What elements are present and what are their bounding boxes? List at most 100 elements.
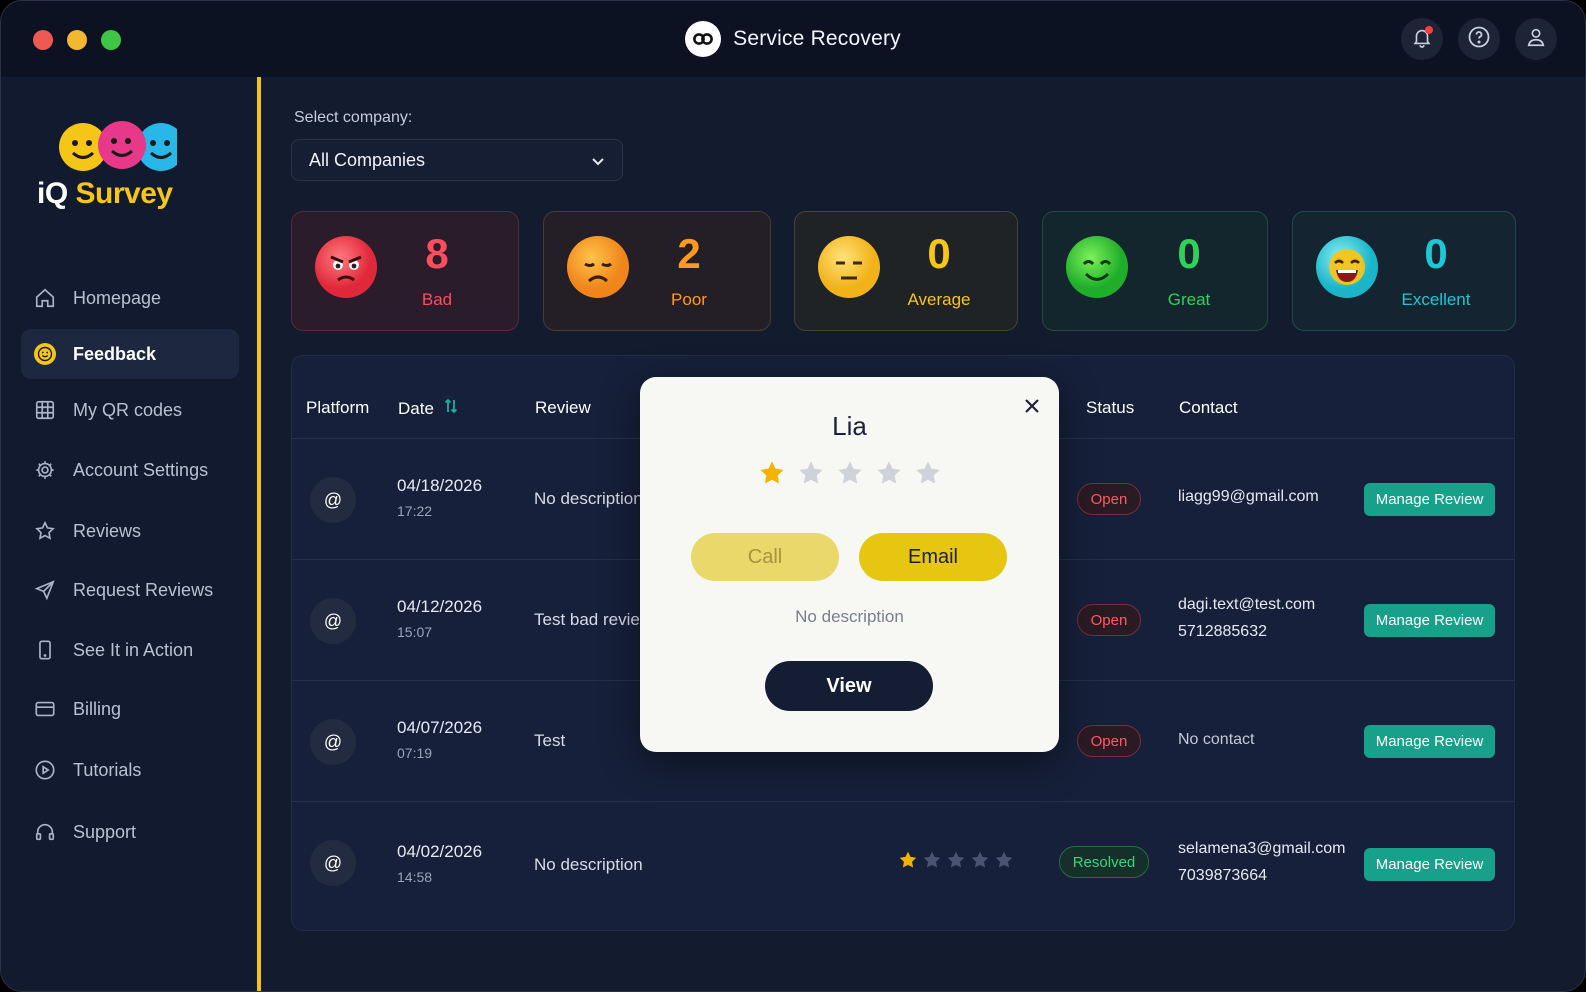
stat-label-poor: Poor bbox=[671, 290, 707, 309]
sidebar-item-qr-codes[interactable]: My QR codes bbox=[21, 385, 239, 435]
modal-customer-name: Lia bbox=[832, 411, 867, 441]
row-contact-email: dagi.text@test.com bbox=[1178, 596, 1316, 613]
title-bar: Service Recovery bbox=[1, 1, 1585, 77]
column-header-date-label: Date bbox=[398, 398, 434, 418]
star-filled-icon bbox=[759, 461, 784, 484]
row-time: 15:07 bbox=[397, 624, 433, 640]
platform-at-icon: @ bbox=[310, 719, 356, 765]
sidebar-item-label: Feedback bbox=[73, 343, 157, 364]
app-logo-icon bbox=[685, 21, 722, 57]
row-contact-phone: 5712885632 bbox=[1178, 623, 1267, 640]
row-contact: liagg99@gmail.com bbox=[1178, 488, 1319, 505]
stat-count-great: 0 bbox=[1177, 230, 1201, 277]
profile-button[interactable] bbox=[1515, 18, 1557, 60]
contact-modal: Lia Call Email No description View bbox=[640, 377, 1059, 752]
call-button[interactable]: Call bbox=[691, 533, 839, 581]
stat-label-excellent: Excellent bbox=[1401, 290, 1471, 309]
sidebar-item-support[interactable]: Support bbox=[21, 807, 239, 857]
manage-review-button[interactable]: Manage Review bbox=[1364, 604, 1495, 637]
stat-card-great[interactable]: 0 Great bbox=[1042, 211, 1268, 331]
sidebar-item-label: Support bbox=[73, 821, 137, 842]
row-contact-email: selamena3@gmail.com bbox=[1178, 840, 1346, 857]
smiley-icon bbox=[33, 342, 57, 366]
email-button[interactable]: Email bbox=[859, 533, 1007, 581]
sidebar: iQ Survey Homepage Feedback My QR codes … bbox=[1, 77, 257, 991]
credit-card-icon bbox=[33, 697, 57, 721]
manage-review-button[interactable]: Manage Review bbox=[1364, 725, 1495, 758]
row-rating bbox=[898, 850, 1014, 870]
row-review: Test bad review bbox=[534, 610, 653, 629]
status-badge: Resolved bbox=[1059, 846, 1149, 878]
row-date: 04/18/2026 bbox=[397, 476, 483, 495]
select-company-label: Select company: bbox=[294, 109, 413, 126]
user-icon bbox=[1525, 26, 1547, 53]
neutral-face-icon bbox=[817, 235, 881, 299]
phone-icon bbox=[33, 638, 57, 662]
stat-count-average: 0 bbox=[927, 230, 951, 277]
sidebar-item-request-reviews[interactable]: Request Reviews bbox=[21, 565, 239, 615]
app-title-group: Service Recovery bbox=[1, 21, 1585, 57]
row-review: No description bbox=[534, 489, 643, 508]
stat-label-average: Average bbox=[907, 290, 971, 309]
star-empty-icon bbox=[923, 851, 941, 868]
sort-arrows-icon[interactable] bbox=[444, 398, 458, 419]
sidebar-item-reviews[interactable]: Reviews bbox=[21, 506, 239, 556]
sidebar-item-tutorials[interactable]: Tutorials bbox=[21, 745, 239, 795]
sidebar-item-label: Request Reviews bbox=[73, 579, 214, 600]
company-select[interactable]: All Companies bbox=[291, 139, 623, 181]
sidebar-item-label: See It in Action bbox=[73, 639, 194, 660]
view-button[interactable]: View bbox=[765, 661, 933, 711]
stat-card-poor[interactable]: 2 Poor bbox=[543, 211, 771, 331]
modal-rating bbox=[640, 459, 1059, 487]
sidebar-item-account-settings[interactable]: Account Settings bbox=[21, 445, 239, 495]
gear-icon bbox=[33, 458, 57, 482]
smiling-face-icon bbox=[1065, 235, 1129, 299]
home-icon bbox=[33, 286, 57, 310]
app-window: Service Recovery iQ Survey Homepage Feed… bbox=[0, 0, 1586, 992]
sidebar-item-label: Account Settings bbox=[73, 459, 209, 480]
sidebar-item-feedback[interactable]: Feedback bbox=[21, 329, 239, 379]
row-date: 04/02/2026 bbox=[397, 842, 483, 861]
row-contact-phone: 7039873664 bbox=[1178, 867, 1267, 884]
sidebar-item-label: My QR codes bbox=[73, 399, 183, 420]
help-button[interactable] bbox=[1458, 18, 1500, 60]
sidebar-item-see-it-in-action[interactable]: See It in Action bbox=[21, 625, 239, 675]
star-empty-icon bbox=[837, 461, 862, 484]
platform-at-icon: @ bbox=[310, 598, 356, 644]
column-header-platform: Platform bbox=[306, 398, 370, 417]
sidebar-item-homepage[interactable]: Homepage bbox=[21, 273, 239, 323]
row-time: 07:19 bbox=[397, 745, 433, 761]
company-select-value: All Companies bbox=[309, 149, 426, 170]
iq-survey-logo: iQ Survey bbox=[37, 117, 217, 227]
stat-card-average[interactable]: 0 Average bbox=[794, 211, 1018, 331]
star-empty-icon bbox=[947, 851, 965, 868]
notifications-button[interactable] bbox=[1401, 18, 1443, 60]
sad-face-icon bbox=[566, 235, 630, 299]
play-icon bbox=[33, 758, 57, 782]
row-date: 04/07/2026 bbox=[397, 718, 483, 737]
star-empty-icon bbox=[798, 461, 823, 484]
star-empty-icon bbox=[876, 461, 901, 484]
sidebar-item-label: Reviews bbox=[73, 520, 142, 541]
platform-at-icon: @ bbox=[310, 840, 356, 886]
manage-review-button[interactable]: Manage Review bbox=[1364, 848, 1495, 881]
notification-dot bbox=[1425, 26, 1433, 34]
stat-card-bad[interactable]: 8 Bad bbox=[291, 211, 519, 331]
star-empty-icon bbox=[915, 461, 940, 484]
star-empty-icon bbox=[971, 851, 989, 868]
status-badge: Open bbox=[1077, 483, 1141, 515]
row-review: No description bbox=[534, 855, 643, 874]
stat-count-bad: 8 bbox=[425, 230, 449, 277]
sidebar-item-label: Billing bbox=[73, 698, 122, 719]
column-header-review: Review bbox=[535, 398, 591, 417]
column-header-date[interactable]: Date bbox=[398, 398, 458, 419]
send-icon bbox=[33, 578, 57, 602]
modal-description: No description bbox=[795, 607, 904, 626]
sidebar-item-billing[interactable]: Billing bbox=[21, 684, 239, 734]
stat-card-excellent[interactable]: 0 Excellent bbox=[1292, 211, 1516, 331]
app-title: Service Recovery bbox=[733, 27, 901, 50]
manage-review-button[interactable]: Manage Review bbox=[1364, 483, 1495, 516]
status-badge: Open bbox=[1077, 725, 1141, 757]
laughing-face-icon bbox=[1315, 235, 1379, 299]
stat-count-excellent: 0 bbox=[1424, 230, 1448, 277]
